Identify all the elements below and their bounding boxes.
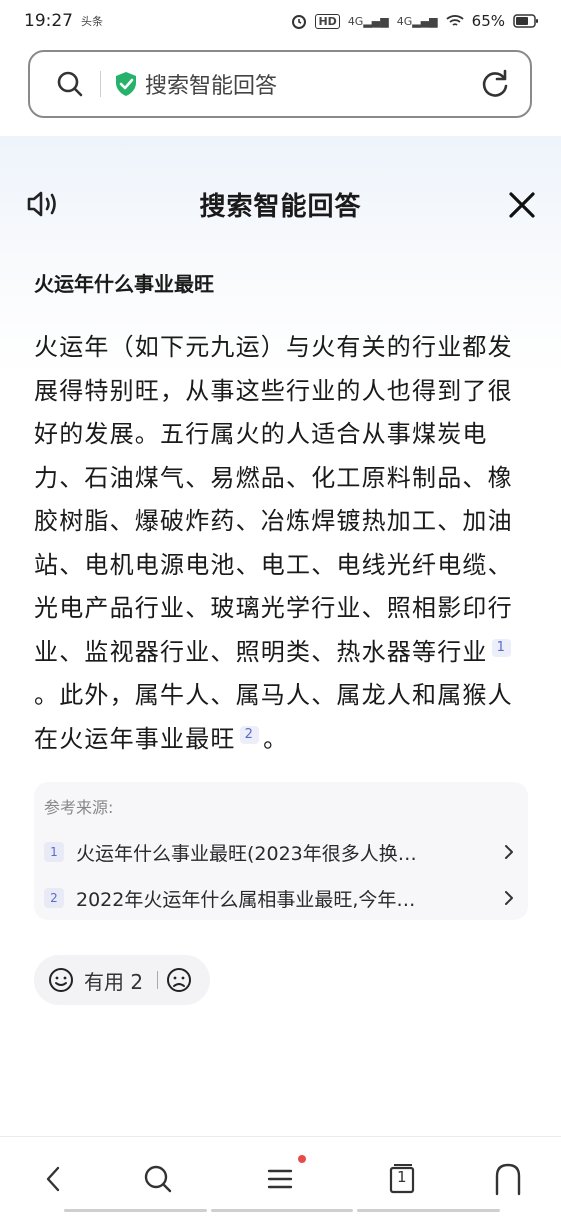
sources-box: 参考来源: 1 火运年什么事业最旺(2023年很多人换… 2 2022年火运年什… — [34, 782, 528, 920]
back-button[interactable] — [34, 1159, 74, 1199]
refresh-icon[interactable] — [478, 67, 512, 101]
answer-part-1: 火运年（如下元九运）与火有关的行业都发展得特别旺，从事这些行业的人也得到了很好的… — [34, 333, 513, 666]
useful-count: 2 — [130, 969, 144, 994]
useful-button[interactable]: 有用 2 — [84, 966, 143, 995]
nav-search-button[interactable] — [138, 1159, 178, 1199]
battery-percent: 65% — [471, 12, 505, 30]
search-divider — [100, 71, 101, 97]
menu-icon — [267, 1169, 293, 1189]
home-button[interactable] — [488, 1159, 528, 1199]
close-icon[interactable] — [507, 190, 537, 220]
panel-header: 搜索智能回答 — [0, 176, 561, 232]
chevron-right-icon — [505, 891, 513, 905]
speaker-icon[interactable] — [26, 188, 62, 220]
notification-badge: 头条 — [81, 15, 103, 28]
status-time: 19:27 — [24, 11, 73, 31]
source-item[interactable]: 2 2022年火运年什么属相事业最旺,今年… — [44, 880, 518, 916]
signal-label-1: 4G — [347, 14, 364, 28]
useful-label: 有用 — [84, 969, 124, 994]
chevron-right-icon — [505, 845, 513, 859]
chevron-left-icon — [46, 1166, 60, 1192]
smile-icon[interactable] — [48, 967, 74, 993]
search-icon — [144, 1165, 172, 1193]
status-left: 19:27 头条 — [24, 11, 103, 31]
source-number: 1 — [44, 842, 64, 862]
frown-icon[interactable] — [166, 967, 192, 993]
tabs-button[interactable]: 1 — [382, 1159, 422, 1199]
menu-button[interactable] — [260, 1155, 306, 1199]
tabs-count: 1 — [397, 1168, 407, 1186]
notification-dot — [298, 1155, 306, 1163]
signal-icon-1: 4G▂▄▆ — [347, 14, 389, 28]
citation-1[interactable]: 1 — [491, 638, 512, 657]
source-item[interactable]: 1 火运年什么事业最旺(2023年很多人换… — [44, 834, 518, 870]
search-bar[interactable]: 搜索智能回答 — [28, 50, 532, 118]
feedback-pill: 有用 2 — [34, 955, 210, 1005]
hd-icon: HD — [315, 13, 340, 29]
sources-label: 参考来源: — [44, 798, 114, 817]
status-right: HD 4G▂▄▆ 4G▂▄▆ 65% — [291, 12, 539, 30]
source-title: 火运年什么事业最旺(2023年很多人换… — [76, 842, 417, 865]
wifi-icon — [446, 15, 464, 26]
answer-text: 火运年（如下元九运）与火有关的行业都发展得特别旺，从事这些行业的人也得到了很好的… — [34, 326, 530, 761]
search-icon[interactable] — [52, 66, 88, 102]
source-number: 2 — [44, 888, 64, 908]
citation-2[interactable]: 2 — [239, 725, 260, 744]
signal-label-2: 4G — [396, 14, 413, 28]
panel-title: 搜索智能回答 — [199, 191, 362, 222]
shield-check-icon — [116, 72, 136, 96]
question-title: 火运年什么事业最旺 — [34, 272, 214, 296]
alarm-icon — [292, 15, 307, 29]
battery-icon — [513, 14, 538, 28]
signal-icon-2: 4G▂▄▆ — [396, 14, 438, 28]
home-icon — [495, 1163, 521, 1196]
answer-part-3: 。 — [263, 724, 289, 753]
feedback-divider — [157, 971, 159, 989]
search-input[interactable]: 搜索智能回答 — [145, 68, 478, 100]
source-title: 2022年火运年什么属相事业最旺,今年… — [76, 888, 416, 911]
status-bar: 19:27 头条 HD 4G▂▄▆ 4G▂▄▆ 65% — [0, 0, 561, 42]
gesture-bar — [64, 1209, 501, 1212]
bottom-navigation: 1 — [0, 1136, 561, 1216]
